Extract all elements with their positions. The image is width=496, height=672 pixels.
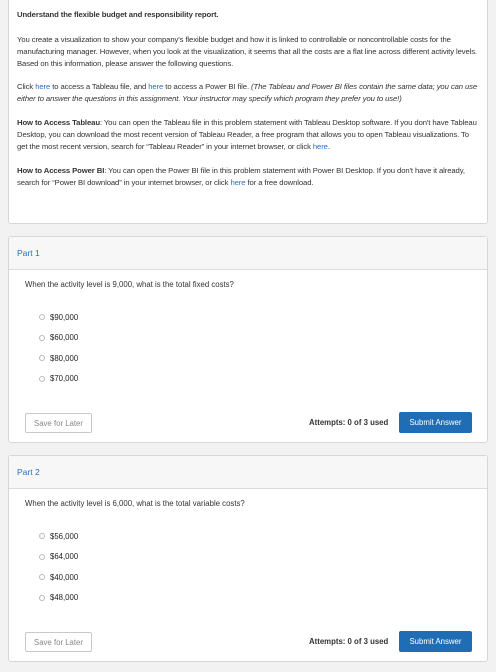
answer-option[interactable]: $80,000 [39,353,78,363]
submit-answer-button[interactable]: Submit Answer [399,412,472,433]
radio-button[interactable] [39,314,45,320]
radio-button[interactable] [39,355,45,362]
answer-option[interactable]: $64,000 [39,552,78,562]
powerbi-access-paragraph: How to Access Power BI: You can open the… [17,166,465,187]
part-2-title: Part 2 [9,456,487,489]
part-1-title: Part 1 [9,237,487,270]
answer-option[interactable]: $70,000 [39,374,78,384]
radio-button[interactable] [39,375,45,382]
answer-option[interactable]: $40,000 [39,572,78,582]
intro-card: Understand the flexible budget and respo… [8,0,488,224]
powerbi-file-link[interactable]: here [148,82,163,91]
tableau-reader-link[interactable]: here [313,142,328,151]
save-for-later-button[interactable]: Save for Later [25,632,92,652]
answer-option[interactable]: $56,000 [39,531,78,541]
part-1-options: $90,000 $60,000 $80,000 $70,000 [39,312,78,394]
part-2-options: $56,000 $64,000 $40,000 $48,000 [39,531,78,613]
radio-button[interactable] [39,334,45,341]
part-2-card: Part 2 When the activity level is 6,000,… [8,455,488,662]
answer-option[interactable]: $48,000 [39,593,78,603]
part-2-question: When the activity level is 6,000, what i… [25,499,245,508]
radio-button[interactable] [39,574,45,581]
answer-option[interactable]: $60,000 [39,333,78,343]
radio-button[interactable] [39,594,45,601]
attempts-counter: Attempts: 0 of 3 used [309,418,389,427]
intro-title: Understand the flexible budget and respo… [17,10,219,19]
tableau-file-link[interactable]: here [35,82,50,91]
file-access-paragraph: Click here to access a Tableau file, and… [17,82,478,103]
radio-button[interactable] [39,553,45,560]
save-for-later-button[interactable]: Save for Later [25,413,92,433]
part-1-card: Part 1 When the activity level is 9,000,… [8,236,488,443]
powerbi-access-label: How to Access Power BI [17,166,105,175]
submit-answer-button[interactable]: Submit Answer [399,631,472,652]
intro-paragraph: You create a visualization to show your … [17,35,478,68]
tableau-access-label: How to Access Tableau [17,118,100,127]
part-1-question: When the activity level is 9,000, what i… [25,280,234,289]
answer-option[interactable]: $90,000 [39,312,78,322]
radio-button[interactable] [39,533,45,539]
tableau-access-paragraph: How to Access Tableau: You can open the … [17,118,477,151]
attempts-counter: Attempts: 0 of 3 used [309,637,389,646]
powerbi-download-link[interactable]: here [230,178,245,187]
